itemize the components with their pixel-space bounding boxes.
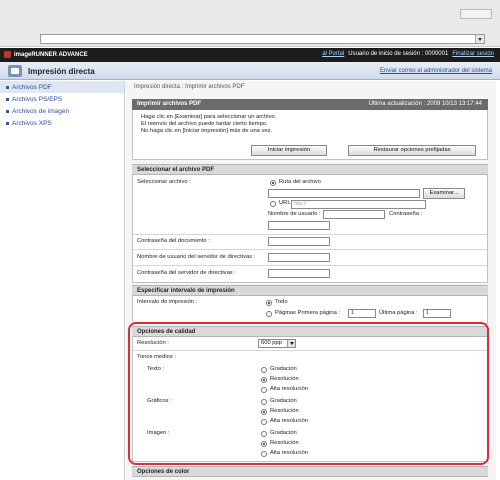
color-section-header: Opciones de color xyxy=(132,466,488,477)
range-section-title: Especificar intervalo de impresión xyxy=(137,288,235,294)
select-section-header: Seleccionar el archivo PDF xyxy=(132,164,488,175)
policy-user-label: Nombre de usuario del servidor de direct… xyxy=(137,254,256,260)
policy-password-label: Contraseña del servidor de directivas : xyxy=(137,270,236,276)
product-logo: imageRUNNER ADVANCE xyxy=(4,51,88,58)
doc-password-label: Contraseña del documento : xyxy=(137,238,210,244)
range-all-label: Todo xyxy=(275,299,288,305)
url-input[interactable]: http:// xyxy=(291,200,426,209)
bullet-icon xyxy=(6,85,9,89)
sidebar-item-label: Archivos XPS xyxy=(12,119,52,127)
first-page-input[interactable]: 1 xyxy=(348,309,376,318)
start-print-button[interactable]: Iniciar impresión xyxy=(251,145,327,156)
bullet-icon xyxy=(6,109,9,113)
print-section-header: Imprimir archivos PDF Última actualizaci… xyxy=(132,99,488,110)
logout-link[interactable]: Finalizar sesión xyxy=(452,51,494,57)
range-pages-label: Páginas Primera página : xyxy=(275,310,341,316)
page-title: Impresión directa xyxy=(28,67,95,76)
browse-button[interactable]: Examinar... xyxy=(423,188,465,199)
title-bar: Impresión directa Enviar correo al admin… xyxy=(0,62,500,80)
instruction-line: No haga clic en [Iniciar impresión] más … xyxy=(141,128,273,134)
address-dropdown-icon[interactable] xyxy=(475,35,484,43)
file-path-input[interactable] xyxy=(268,189,420,198)
print-section-title: Imprimir archivos PDF xyxy=(137,101,202,107)
product-bar: imageRUNNER ADVANCE al Portal Usuario de… xyxy=(0,48,500,62)
url-radio[interactable] xyxy=(270,201,276,207)
login-user-label: Usuario de inicio de sesión : 0000001 xyxy=(348,51,449,57)
print-section-body: Haga clic en [Examinar] para seleccionar… xyxy=(132,110,488,160)
range-pages-radio[interactable] xyxy=(266,311,272,317)
sidebar-item-images[interactable]: Archivos de imagen xyxy=(0,105,124,117)
doc-password-input[interactable] xyxy=(268,237,330,246)
username-label: Nombre de usuario : xyxy=(268,211,321,217)
path-option-label: Ruta del archivo xyxy=(279,179,321,185)
select-section-title: Seleccionar el archivo PDF xyxy=(137,167,215,173)
breadcrumb: Impresión directa : Imprimir archivos PD… xyxy=(134,84,245,90)
bullet-icon xyxy=(6,97,9,101)
last-page-input[interactable]: 1 xyxy=(423,309,451,318)
color-section-title: Opciones de color xyxy=(137,469,190,475)
quality-highlight-frame xyxy=(128,322,489,465)
bullet-icon xyxy=(6,121,9,125)
sidebar-item-label: Archivos de imagen xyxy=(12,107,70,115)
sidebar-item-label: Archivos PDF xyxy=(12,83,52,91)
last-update: Última actualización : 2009 10/13 13:17:… xyxy=(368,101,482,107)
password-label: Contraseña : xyxy=(389,211,423,217)
instruction-line: El reenvío del archivo puede tardar cier… xyxy=(141,121,268,127)
url-option-label: URL xyxy=(279,200,291,206)
email-admin-link[interactable]: Enviar correo al administrador del siste… xyxy=(380,68,492,74)
address-bar[interactable] xyxy=(40,34,485,44)
sidebar: Archivos PDF Archivos PS/EPS Archivos de… xyxy=(0,81,125,480)
portal-link[interactable]: al Portal xyxy=(322,51,344,57)
browser-control-box[interactable] xyxy=(460,9,492,19)
range-label: Intervalo de impresión : xyxy=(137,299,198,305)
username-input[interactable] xyxy=(323,210,385,219)
range-section-header: Especificar intervalo de impresión xyxy=(132,285,488,296)
sidebar-item-ps-eps[interactable]: Archivos PS/EPS xyxy=(0,93,124,105)
canon-logo-icon xyxy=(4,51,11,58)
path-radio[interactable] xyxy=(270,180,276,186)
direct-print-icon xyxy=(8,65,22,77)
browser-chrome xyxy=(0,0,500,47)
sidebar-item-label: Archivos PS/EPS xyxy=(12,95,63,103)
select-section-body: Seleccionar archivo : Ruta del archivo E… xyxy=(132,175,488,283)
range-section-body: Intervalo de impresión : Todo Páginas Pr… xyxy=(132,296,488,324)
range-all-radio[interactable] xyxy=(266,300,272,306)
policy-user-input[interactable] xyxy=(268,253,330,262)
restore-defaults-button[interactable]: Restaurar opciones prefijadas xyxy=(348,145,476,156)
select-file-label: Seleccionar archivo : xyxy=(137,179,191,185)
policy-password-input[interactable] xyxy=(268,269,330,278)
sidebar-item-pdf[interactable]: Archivos PDF xyxy=(0,81,124,93)
sidebar-item-xps[interactable]: Archivos XPS xyxy=(0,117,124,129)
last-page-label: Última página : xyxy=(379,310,418,316)
product-name: imageRUNNER ADVANCE xyxy=(14,51,88,58)
instruction-line: Haga clic en [Examinar] para seleccionar… xyxy=(141,114,277,120)
password-input[interactable] xyxy=(268,221,330,230)
